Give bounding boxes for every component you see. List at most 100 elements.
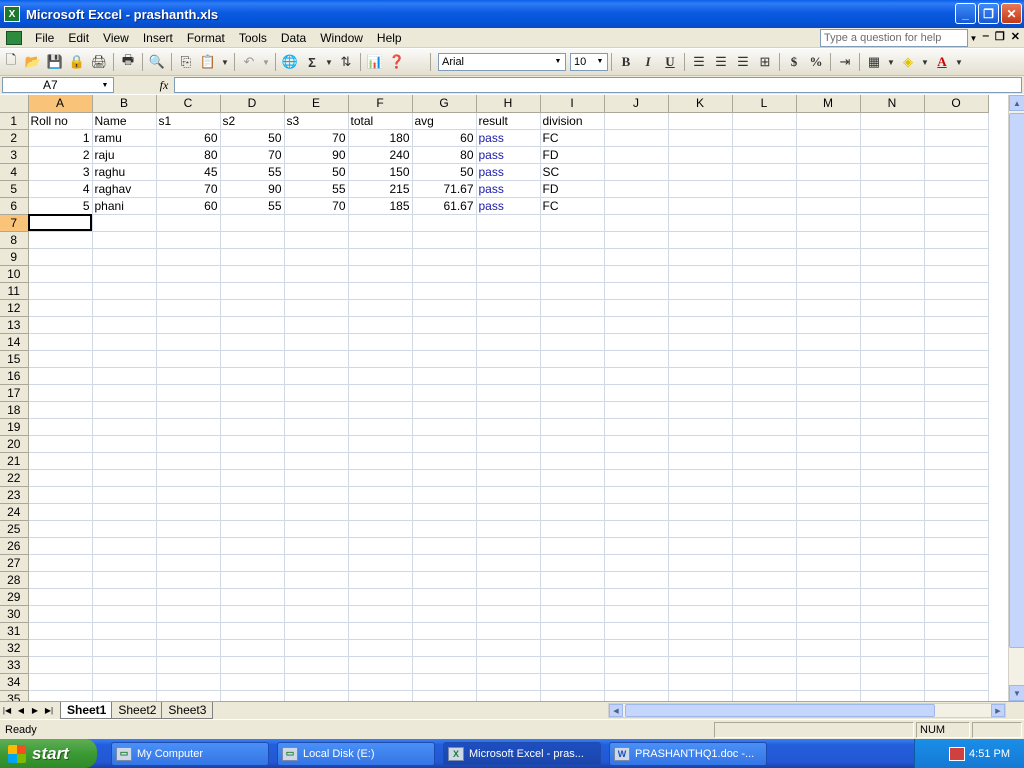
cell[interactable]: 55 xyxy=(220,163,285,181)
cell[interactable] xyxy=(28,469,93,487)
cell[interactable]: pass xyxy=(476,163,541,181)
cell[interactable] xyxy=(412,214,477,232)
horizontal-scrollbar[interactable]: ◀ ▶ xyxy=(608,703,1006,718)
cell[interactable] xyxy=(412,554,477,572)
borders-dropdown-icon[interactable]: ▼ xyxy=(886,52,896,72)
column-header[interactable]: N xyxy=(860,95,925,113)
research-icon[interactable]: 🔍 xyxy=(147,52,167,72)
cell[interactable] xyxy=(412,639,477,657)
cell[interactable] xyxy=(668,282,733,300)
menu-file[interactable]: File xyxy=(28,31,61,45)
cell[interactable] xyxy=(796,265,861,283)
cell[interactable] xyxy=(92,299,157,317)
cell[interactable] xyxy=(732,401,797,419)
cell[interactable]: 50 xyxy=(284,163,349,181)
cell[interactable] xyxy=(28,537,93,555)
cell[interactable] xyxy=(732,367,797,385)
cell[interactable] xyxy=(92,282,157,300)
cell[interactable] xyxy=(348,469,413,487)
cell[interactable] xyxy=(732,690,797,701)
cell[interactable] xyxy=(924,588,989,606)
cell[interactable] xyxy=(924,622,989,640)
menu-insert[interactable]: Insert xyxy=(136,31,180,45)
cell[interactable] xyxy=(348,673,413,691)
cell[interactable] xyxy=(284,401,349,419)
cell[interactable] xyxy=(604,571,669,589)
chart-wizard-icon[interactable]: 📊 xyxy=(365,52,385,72)
cell[interactable] xyxy=(732,554,797,572)
cell[interactable] xyxy=(668,452,733,470)
cell[interactable] xyxy=(284,214,349,232)
row-header[interactable]: 33 xyxy=(0,656,29,674)
cell[interactable] xyxy=(540,690,605,701)
cell[interactable] xyxy=(796,690,861,701)
merge-center-icon[interactable]: ⊞ xyxy=(755,52,775,72)
cell[interactable]: 2 xyxy=(28,146,93,164)
cell[interactable] xyxy=(156,554,221,572)
cell[interactable] xyxy=(860,656,925,674)
cell[interactable] xyxy=(540,435,605,453)
cell[interactable] xyxy=(284,588,349,606)
tab-sheet1[interactable]: Sheet1 xyxy=(60,702,114,719)
cell[interactable] xyxy=(924,197,989,215)
row-header[interactable]: 1 xyxy=(0,112,29,130)
row-header[interactable]: 5 xyxy=(0,180,29,198)
cell[interactable] xyxy=(796,673,861,691)
row-header[interactable]: 10 xyxy=(0,265,29,283)
cell[interactable] xyxy=(220,401,285,419)
cell[interactable] xyxy=(284,571,349,589)
cell[interactable]: 3 xyxy=(28,163,93,181)
cell[interactable] xyxy=(924,299,989,317)
cell[interactable] xyxy=(732,384,797,402)
row-header[interactable]: 8 xyxy=(0,231,29,249)
cell[interactable] xyxy=(476,367,541,385)
cell[interactable] xyxy=(796,656,861,674)
cell[interactable] xyxy=(412,350,477,368)
cell[interactable] xyxy=(732,248,797,266)
cell[interactable] xyxy=(28,690,93,701)
cell[interactable] xyxy=(348,367,413,385)
cell[interactable] xyxy=(540,384,605,402)
cell[interactable] xyxy=(924,265,989,283)
cell[interactable]: Roll no xyxy=(28,112,93,130)
cell[interactable] xyxy=(732,418,797,436)
cell[interactable] xyxy=(220,520,285,538)
cell[interactable] xyxy=(156,265,221,283)
cell[interactable] xyxy=(796,452,861,470)
italic-button[interactable]: I xyxy=(638,52,658,72)
minimize-button[interactable]: _ xyxy=(955,3,976,24)
cell[interactable] xyxy=(860,554,925,572)
menu-view[interactable]: View xyxy=(96,31,136,45)
autosum-icon[interactable]: Σ xyxy=(302,52,322,72)
cell[interactable] xyxy=(860,231,925,249)
cell[interactable] xyxy=(860,146,925,164)
cell[interactable] xyxy=(796,384,861,402)
cell[interactable] xyxy=(156,435,221,453)
cell[interactable] xyxy=(220,554,285,572)
cell[interactable] xyxy=(604,180,669,198)
cell[interactable] xyxy=(604,537,669,555)
cell[interactable] xyxy=(28,248,93,266)
cell[interactable] xyxy=(668,418,733,436)
cell[interactable] xyxy=(924,282,989,300)
cell[interactable]: 80 xyxy=(156,146,221,164)
cell[interactable] xyxy=(284,469,349,487)
doc-minimize-icon[interactable]: ‒ xyxy=(983,30,989,43)
doc-close-icon[interactable]: ✕ xyxy=(1011,30,1020,43)
cell[interactable]: 4 xyxy=(28,180,93,198)
cell[interactable] xyxy=(156,452,221,470)
cell[interactable] xyxy=(668,214,733,232)
cell[interactable] xyxy=(540,656,605,674)
cell[interactable] xyxy=(28,401,93,419)
cell[interactable] xyxy=(604,435,669,453)
cell[interactable] xyxy=(476,452,541,470)
cell[interactable] xyxy=(732,486,797,504)
cell[interactable] xyxy=(668,656,733,674)
cell[interactable] xyxy=(476,588,541,606)
cell[interactable] xyxy=(348,503,413,521)
cell[interactable] xyxy=(924,418,989,436)
cell[interactable] xyxy=(732,673,797,691)
cell[interactable] xyxy=(604,469,669,487)
cell[interactable] xyxy=(476,469,541,487)
paste-dropdown-icon[interactable]: ▼ xyxy=(220,52,230,72)
